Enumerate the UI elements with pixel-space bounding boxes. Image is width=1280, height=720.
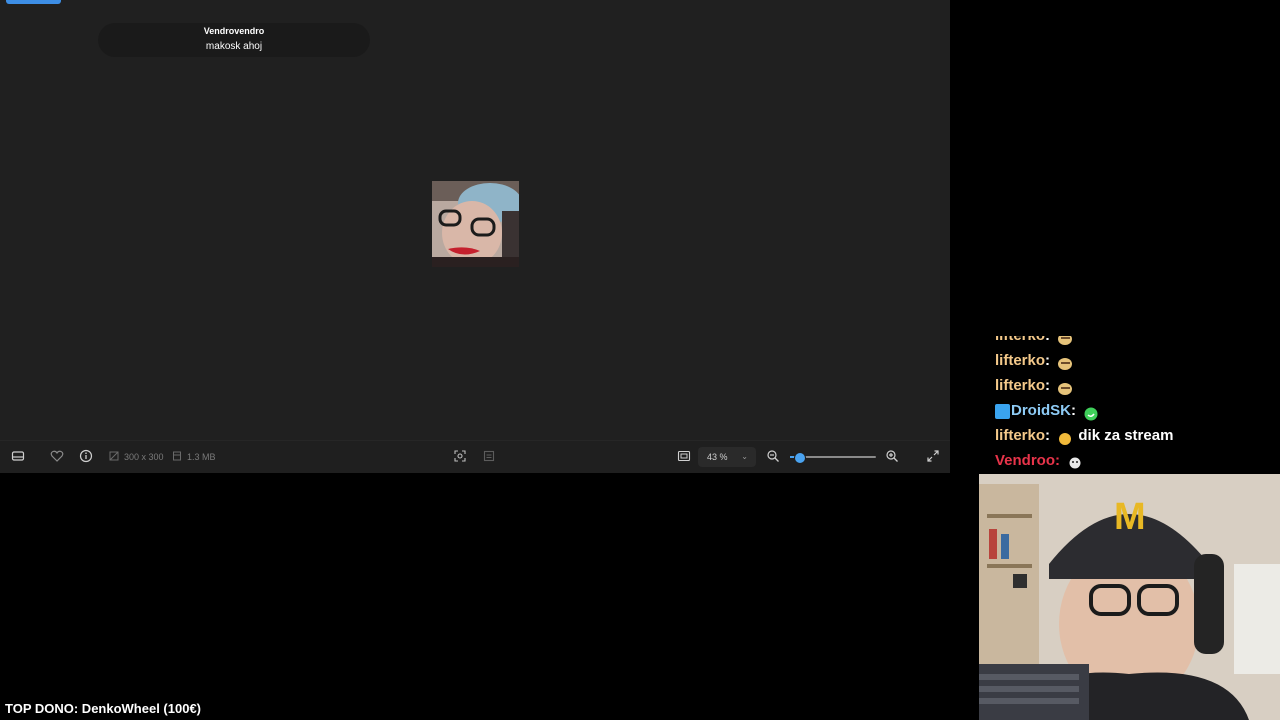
svg-text:M: M (1114, 496, 1146, 538)
title-bar-accent (6, 0, 61, 4)
chat-message: DroidSK: (995, 398, 1280, 423)
chat-text: dik za stream (1078, 427, 1174, 444)
stream-chat-overlay: lifterko: lifterko: lifterko: DroidSK: l… (995, 336, 1280, 474)
emote-icon (1057, 336, 1074, 345)
webcam-feed: M (979, 474, 1280, 720)
photo-selfie-image (432, 181, 519, 267)
filmstrip-icon[interactable] (10, 449, 26, 465)
chat-username: lifterko (995, 352, 1046, 369)
fit-to-window-icon[interactable] (676, 449, 692, 465)
chat-separator: : (1045, 427, 1051, 444)
webcam-image: M (979, 474, 1280, 720)
chat-notification-toast: Vendrovendro makosk ahoj (98, 23, 370, 57)
toast-message: makosk ahoj (205, 41, 263, 52)
chat-username: lifterko (995, 377, 1046, 394)
emote-icon (1083, 404, 1100, 421)
chat-separator: : (1045, 377, 1051, 394)
displayed-photo[interactable] (432, 181, 519, 267)
zoom-slider[interactable] (790, 452, 876, 464)
emote-icon (1057, 429, 1074, 445)
chat-separator: : (1055, 452, 1061, 469)
chat-username: DroidSK (1011, 402, 1071, 419)
viewer-toolbar: 300 x 300 1.3 MB 43 % ⌄ (0, 440, 950, 473)
image-size-icon (106, 449, 122, 465)
chevron-down-icon: ⌄ (741, 452, 748, 461)
chat-message: lifterko: dik za stream (995, 423, 1280, 448)
heart-icon[interactable] (49, 449, 65, 465)
toast-sender: Vendrovendro (203, 26, 265, 36)
chat-message: lifterko: (995, 348, 1280, 373)
image-dimensions: 300 x 300 (124, 452, 164, 462)
chat-message: lifterko: (995, 373, 1280, 398)
file-size-icon (169, 449, 185, 465)
chat-separator: : (1045, 352, 1051, 369)
photo-viewer-window: Vendrovendro makosk ahoj 300 x 300 1.3 M… (0, 0, 950, 473)
zoom-out-icon[interactable] (765, 449, 781, 465)
emote-icon (1067, 454, 1084, 469)
chat-message: lifterko: (995, 336, 1280, 348)
zoom-level-dropdown[interactable]: 43 % ⌄ (698, 447, 756, 467)
emote-icon (1057, 354, 1074, 370)
chat-separator: : (1045, 336, 1050, 344)
badge-icon (995, 403, 1010, 419)
chat-separator: : (1071, 402, 1076, 419)
crop-icon[interactable] (481, 449, 497, 465)
file-size: 1.3 MB (187, 452, 216, 462)
zoom-slider-thumb[interactable] (793, 452, 806, 464)
chat-message: Vendroo: (995, 448, 1280, 473)
info-icon[interactable] (78, 449, 94, 465)
chat-username: lifterko (995, 336, 1045, 344)
zoom-level-value: 43 % (707, 452, 728, 462)
zoom-in-icon[interactable] (884, 449, 900, 465)
chat-username: lifterko (995, 427, 1046, 444)
top-donation-banner: TOP DONO: DenkoWheel (100€) (5, 701, 202, 716)
chat-username: Vendroo (995, 452, 1056, 469)
visual-search-icon[interactable] (452, 449, 468, 465)
fullscreen-icon[interactable] (925, 449, 941, 465)
emote-icon (1057, 379, 1074, 395)
